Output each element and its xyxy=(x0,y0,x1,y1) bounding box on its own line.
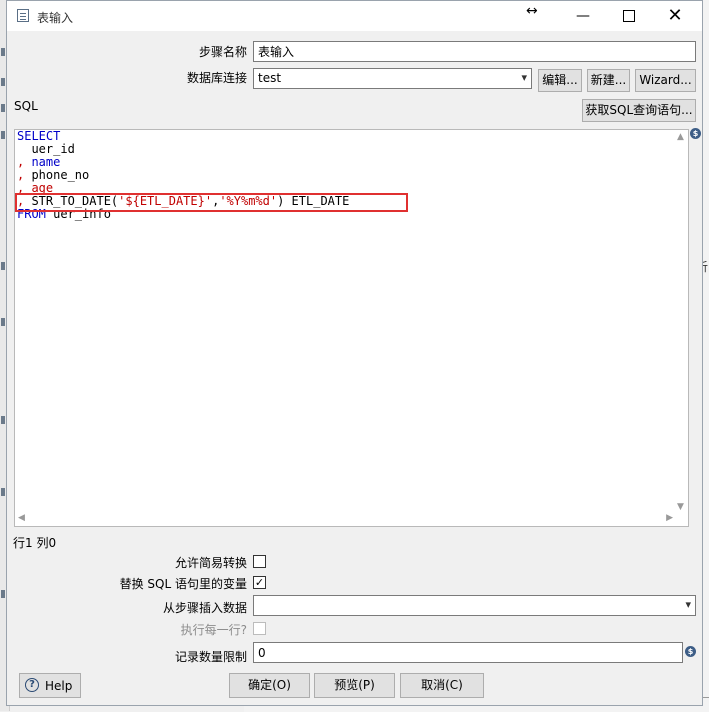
get-sql-button[interactable]: 获取SQL查询语句... xyxy=(582,99,696,122)
ok-button[interactable]: 确定(O) xyxy=(229,673,310,698)
help-icon: ? xyxy=(25,678,39,692)
scroll-left-icon[interactable]: ◀ xyxy=(18,513,25,523)
db-connection-select[interactable]: test ▾ xyxy=(253,68,532,89)
execute-each-row-checkbox[interactable] xyxy=(253,622,266,635)
background-marker xyxy=(1,104,5,112)
scroll-right-icon[interactable]: ▶ xyxy=(666,513,673,523)
highlight-annotation-box xyxy=(15,193,408,212)
scroll-down-icon[interactable]: ▼ xyxy=(677,502,684,512)
horizontal-scrollbar[interactable]: ◀ ▶ xyxy=(15,512,675,526)
background-marker xyxy=(1,318,5,326)
limit-field[interactable] xyxy=(253,642,683,663)
replace-variables-checkbox[interactable]: ✓ xyxy=(253,576,266,589)
lazy-conversion-checkbox[interactable] xyxy=(253,555,266,568)
sql-token: phone_no xyxy=(31,168,90,182)
execute-each-row-label: 执行每一行? xyxy=(180,623,247,637)
title-bar[interactable]: 表输入 ↔ — ✕ xyxy=(7,1,702,31)
sql-token: , xyxy=(17,168,32,182)
checkmark-icon: ✓ xyxy=(254,576,265,589)
table-input-icon xyxy=(17,9,29,22)
scroll-up-icon[interactable]: ▲ xyxy=(677,132,684,142)
background-marker xyxy=(1,488,5,496)
maximize-button[interactable] xyxy=(606,1,652,31)
edit-connection-button[interactable]: 编辑... xyxy=(538,69,582,92)
background-marker xyxy=(1,262,5,270)
insert-from-step-label: 从步骤插入数据 xyxy=(162,601,247,615)
background-marker xyxy=(1,48,5,56)
new-connection-button[interactable]: 新建... xyxy=(587,69,630,92)
vertical-scrollbar[interactable]: ▲ ▼ xyxy=(674,130,688,514)
insert-from-step-select[interactable]: ▾ xyxy=(253,595,696,616)
limit-label: 记录数量限制 xyxy=(174,650,247,664)
help-button[interactable]: ? Help xyxy=(19,673,81,698)
sql-token: , xyxy=(17,155,32,169)
background-marker xyxy=(1,590,5,598)
background-marker xyxy=(1,78,5,86)
resize-cursor-icon: ↔ xyxy=(526,3,538,19)
cancel-button[interactable]: 取消(C) xyxy=(400,673,484,698)
background-marker xyxy=(1,416,5,424)
preview-button[interactable]: 预览(P) xyxy=(314,673,395,698)
sql-editor[interactable]: SELECT uer_id, name, phone_no, age, STR_… xyxy=(14,129,689,527)
close-button[interactable]: ✕ xyxy=(652,1,698,31)
chevron-down-icon: ▾ xyxy=(685,598,691,611)
wizard-button[interactable]: Wizard... xyxy=(635,69,696,92)
step-name-label: 步骤名称 xyxy=(198,45,247,59)
db-connection-value: test xyxy=(258,71,282,85)
window-title: 表输入 xyxy=(37,11,74,25)
db-connection-label: 数据库连接 xyxy=(186,71,247,85)
cursor-position-text: 行1 列0 xyxy=(13,536,57,550)
sql-token: SELECT xyxy=(17,129,61,143)
sql-token: uer_id xyxy=(17,142,75,156)
replace-variables-label: 替换 SQL 语句里的变量 xyxy=(119,577,247,591)
sql-token: name xyxy=(31,155,61,169)
sql-line[interactable]: uer_id xyxy=(17,143,349,156)
sql-label: SQL xyxy=(14,99,38,113)
step-name-field[interactable] xyxy=(253,41,696,62)
variable-icon: $ xyxy=(690,128,701,139)
chevron-down-icon: ▾ xyxy=(521,71,527,84)
help-label: Help xyxy=(45,679,73,693)
background-marker xyxy=(1,131,5,139)
minimize-button[interactable]: — xyxy=(560,1,606,31)
variable-icon: $ xyxy=(685,646,696,657)
table-input-dialog: 表输入 ↔ — ✕ 步骤名称 数据库连接 test ▾ 编辑... 新建... … xyxy=(6,0,703,706)
lazy-conversion-label: 允许简易转换 xyxy=(174,556,247,570)
sql-line[interactable]: , phone_no xyxy=(17,169,349,182)
maximize-icon xyxy=(623,10,635,22)
